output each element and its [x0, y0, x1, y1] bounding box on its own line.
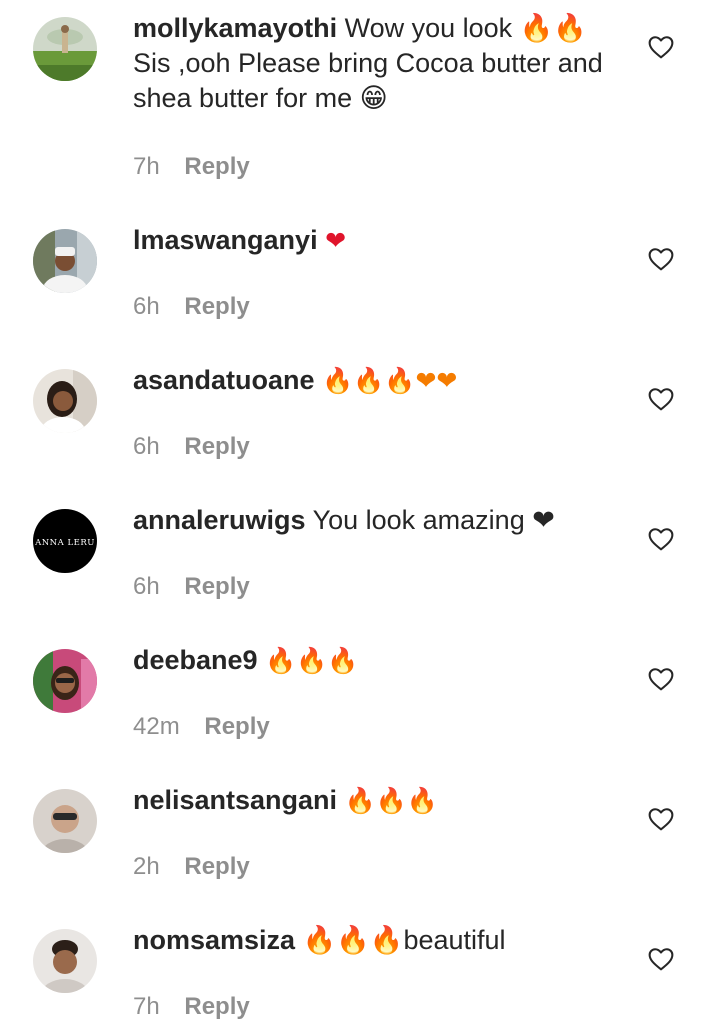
- heart-outline-icon[interactable]: [648, 35, 674, 59]
- avatar[interactable]: [33, 229, 97, 293]
- comment-text: asandatuoane 🔥🔥🔥❤❤: [133, 363, 623, 398]
- heart-outline-icon[interactable]: [648, 947, 674, 971]
- comment-username[interactable]: deebane9: [133, 645, 258, 675]
- comment-body: ❤: [325, 226, 347, 255]
- comment-text: nomsamsiza 🔥🔥🔥beautiful: [133, 923, 623, 958]
- reply-button[interactable]: Reply: [184, 152, 249, 182]
- comment-meta: 2h Reply: [133, 852, 250, 882]
- comment-time: 42m: [133, 713, 180, 740]
- comment-time: 6h: [133, 293, 160, 320]
- comment-time: 2h: [133, 853, 160, 880]
- comment-meta: 6h Reply: [133, 432, 250, 462]
- comment-meta: 42m Reply: [133, 712, 270, 742]
- heart-outline-icon[interactable]: [648, 807, 674, 831]
- comment-meta: 6h Reply: [133, 292, 250, 322]
- comment-text: nelisantsangani 🔥🔥🔥: [133, 783, 623, 818]
- comment-body: 🔥🔥🔥❤❤: [322, 366, 458, 395]
- reply-button[interactable]: Reply: [184, 852, 249, 882]
- reply-button[interactable]: Reply: [184, 992, 249, 1022]
- heart-outline-icon[interactable]: [648, 527, 674, 551]
- reply-button[interactable]: Reply: [184, 292, 249, 322]
- comment-text: deebane9 🔥🔥🔥: [133, 643, 623, 678]
- avatar[interactable]: ANNA LERU: [33, 509, 97, 573]
- comment-body: 🔥🔥🔥beautiful: [302, 925, 506, 955]
- comment-text: lmaswanganyi ❤: [133, 223, 623, 258]
- reply-button[interactable]: Reply: [184, 432, 249, 462]
- comment-meta: 6h Reply: [133, 572, 250, 602]
- comment-username[interactable]: lmaswanganyi: [133, 225, 318, 255]
- comment-text: mollykamayothi Wow you look 🔥🔥 Sis ,ooh …: [133, 11, 623, 116]
- comment-time: 7h: [133, 153, 160, 180]
- avatar[interactable]: [33, 17, 97, 81]
- comment-meta: 7h Reply: [133, 152, 250, 182]
- avatar[interactable]: [33, 649, 97, 713]
- comment-username[interactable]: nelisantsangani: [133, 785, 337, 815]
- comment-username[interactable]: nomsamsiza: [133, 925, 295, 955]
- comment-username[interactable]: annaleruwigs: [133, 505, 306, 535]
- comment-meta: 7h Reply: [133, 992, 250, 1022]
- comment-body: 🔥🔥🔥: [265, 646, 359, 675]
- comment-time: 6h: [133, 573, 160, 600]
- comment-username[interactable]: mollykamayothi: [133, 13, 337, 43]
- comments-list: mollykamayothi Wow you look 🔥🔥 Sis ,ooh …: [0, 0, 720, 1022]
- comment-body: You look amazing ❤: [312, 505, 555, 535]
- comment-time: 6h: [133, 433, 160, 460]
- avatar[interactable]: [33, 369, 97, 433]
- avatar[interactable]: [33, 929, 97, 993]
- comment-time: 7h: [133, 993, 160, 1020]
- heart-outline-icon[interactable]: [648, 667, 674, 691]
- heart-outline-icon[interactable]: [648, 387, 674, 411]
- avatar[interactable]: [33, 789, 97, 853]
- heart-outline-icon[interactable]: [648, 247, 674, 271]
- avatar-logo-text: ANNA LERU: [34, 538, 95, 548]
- reply-button[interactable]: Reply: [184, 572, 249, 602]
- comment-body: 🔥🔥🔥: [344, 786, 438, 815]
- comment-username[interactable]: asandatuoane: [133, 365, 315, 395]
- reply-button[interactable]: Reply: [204, 712, 269, 742]
- comment-text: annaleruwigs You look amazing ❤: [133, 503, 623, 538]
